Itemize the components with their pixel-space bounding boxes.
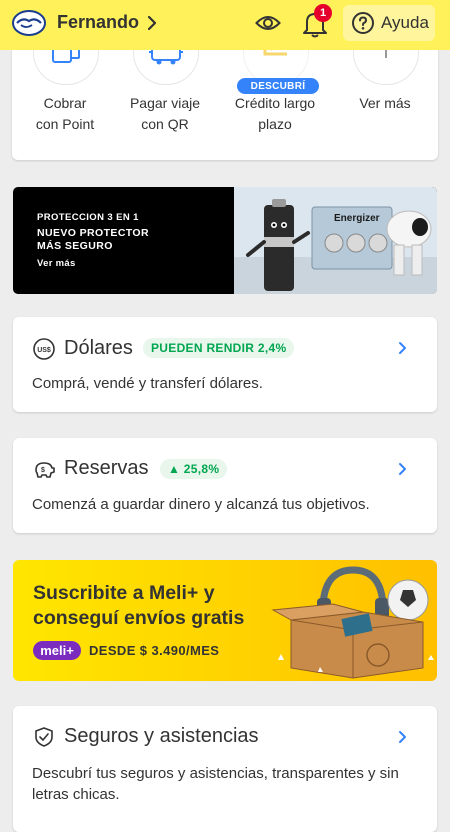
- promo-ver-mas-link[interactable]: Ver más: [37, 258, 76, 269]
- chevron-right-icon[interactable]: [146, 14, 158, 32]
- help-button[interactable]: Ayuda: [343, 5, 435, 41]
- chevron-right-icon[interactable]: [397, 730, 407, 744]
- card-title: Seguros y asistencias: [64, 725, 259, 747]
- svg-text:US$: US$: [37, 347, 51, 354]
- promo-headline: PROTECCION 3 EN 1 NUEVO PROTECTOR MÁS SE…: [37, 212, 149, 252]
- card-description: Comprá, vendé y transferí dólares.: [32, 375, 263, 392]
- shortcut-label: Cobrar con Point: [35, 95, 95, 132]
- discover-badge: DESCUBRÍ: [237, 78, 319, 94]
- card-description: Descubrí tus seguros y asistencias, tran…: [32, 765, 399, 803]
- meli-banner-title: Suscribite a Meli+ y conseguí envíos gra…: [33, 582, 245, 629]
- chevron-right-icon[interactable]: [397, 341, 407, 355]
- dolares-card[interactable]: US$ Dólares PUEDEN RENDIR 2,4% Comprá, v…: [13, 317, 437, 412]
- growth-pill: ▲ 25,8%: [160, 459, 228, 479]
- top-header: Fernando 1 Ayuda: [0, 0, 450, 50]
- shield-check-icon: [35, 727, 53, 747]
- reservas-card[interactable]: $ Reservas ▲ 25,8% Comenzá a guardar din…: [13, 438, 437, 533]
- seguros-card[interactable]: Seguros y asistencias Descubrí tus segur…: [13, 706, 437, 832]
- meli-plus-logo: meli+: [33, 641, 81, 660]
- card-title: Dólares: [64, 337, 133, 359]
- notification-badge: 1: [314, 4, 332, 22]
- mercadopago-handshake-icon[interactable]: [12, 9, 46, 37]
- eye-icon[interactable]: [255, 12, 281, 34]
- meli-plus-banner[interactable]: Suscribite a Meli+ y conseguí envíos gra…: [13, 560, 437, 681]
- energizer-product-image: Energizer: [234, 187, 437, 294]
- card-description: Comenzá a guardar dinero y alcanzá tus o…: [32, 496, 370, 513]
- question-circle-icon: [352, 12, 374, 34]
- meli-price: DESDE $ 3.490/MES: [89, 643, 220, 658]
- us-dollar-icon: US$: [33, 338, 55, 360]
- energizer-logo-text: Energizer: [334, 213, 380, 224]
- shortcut-label: Crédito largo plazo: [234, 95, 316, 132]
- user-name[interactable]: Fernando: [57, 12, 139, 33]
- card-title: Reservas: [64, 457, 149, 479]
- chevron-right-icon[interactable]: [397, 462, 407, 476]
- piggy-bank-icon: $: [35, 462, 55, 478]
- shortcut-label: Ver más: [359, 95, 411, 111]
- shortcut-label: Pagar viaje con QR: [129, 95, 201, 132]
- svg-text:$: $: [41, 467, 45, 474]
- meli-plus-box-image: [271, 566, 434, 679]
- energizer-promo-banner[interactable]: PROTECCION 3 EN 1 NUEVO PROTECTOR MÁS SE…: [13, 187, 437, 294]
- yield-pill: PUEDEN RENDIR 2,4%: [143, 338, 295, 358]
- help-label: Ayuda: [381, 13, 429, 32]
